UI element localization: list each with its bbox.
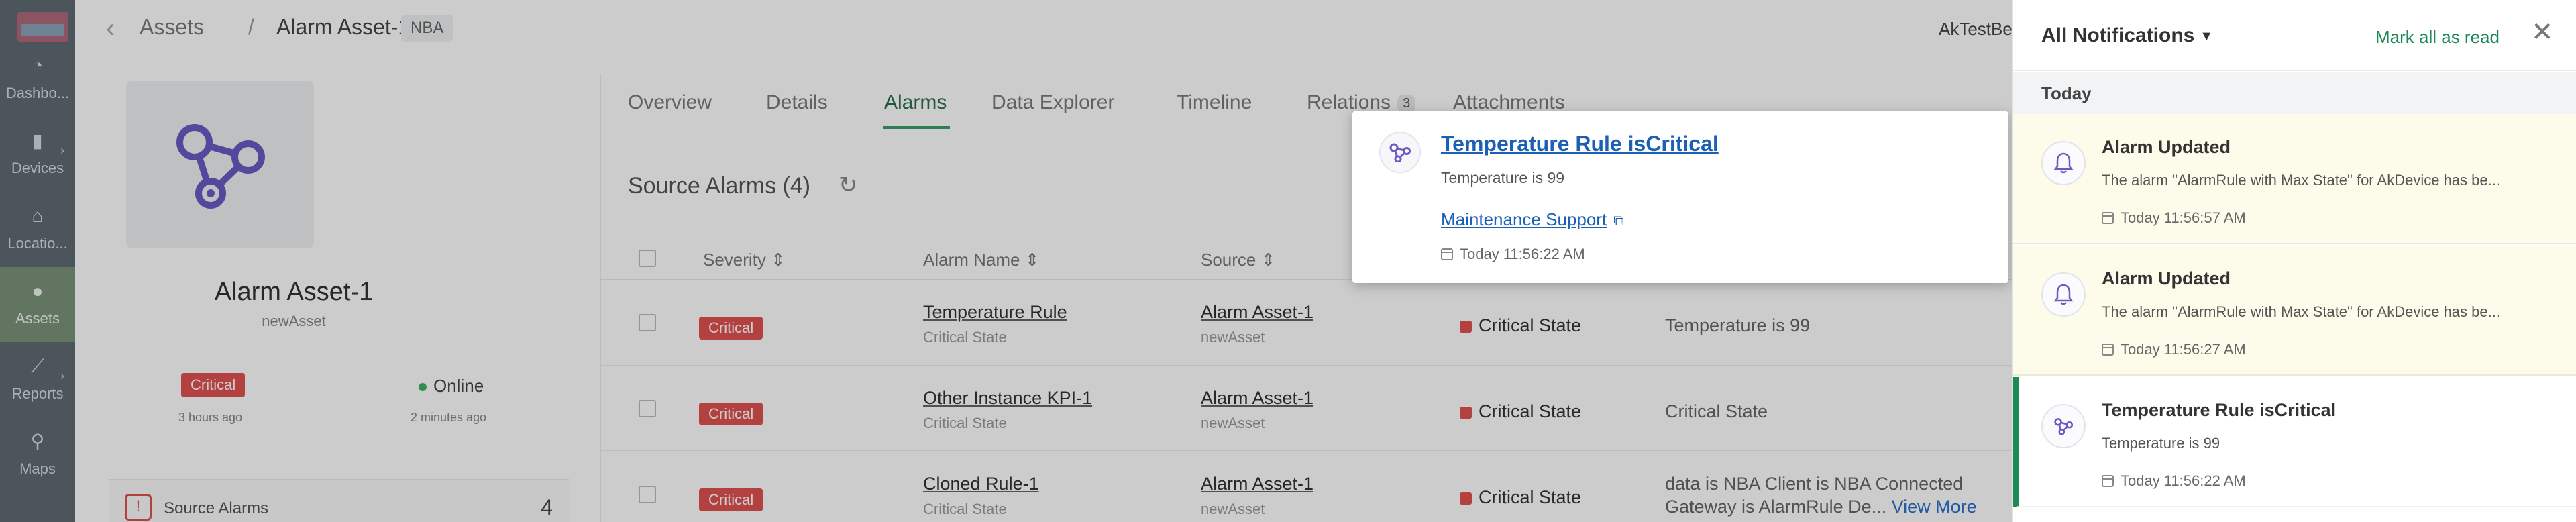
notification-time-label: Today 11:56:22 AM — [2121, 472, 2246, 489]
notification-item[interactable]: Alarm Updated The alarm "AlarmRule with … — [2013, 246, 2576, 376]
notifications-title: All Notifications — [2041, 24, 2195, 46]
calendar-icon — [1441, 248, 1453, 260]
group-label: Today — [2041, 83, 2092, 103]
notification-popup[interactable]: Temperature Rule isCritical Temperature … — [1352, 111, 2008, 283]
notifications-filter-dropdown[interactable]: All Notifications ▼ — [2041, 24, 2213, 47]
notification-body: Temperature is 99 — [2102, 435, 2220, 452]
external-link-icon: ⧉ — [1613, 212, 1624, 229]
notification-time: Today 11:56:22 AM — [2102, 472, 2246, 490]
calendar-icon — [2102, 475, 2114, 487]
notification-body: The alarm "AlarmRule with Max State" for… — [2102, 172, 2500, 189]
notification-item-selected[interactable]: Temperature Rule isCritical Temperature … — [2013, 377, 2576, 507]
notifications-panel: All Notifications ▼ Mark all as read ✕ To… — [2012, 0, 2576, 522]
popup-message: Temperature is 99 — [1441, 169, 1565, 187]
notification-title: Alarm Updated — [2102, 137, 2231, 157]
notification-title: Alarm Updated — [2102, 268, 2231, 289]
notification-item[interactable]: Alarm Updated The alarm "AlarmRule with … — [2013, 114, 2576, 244]
notification-title: Temperature Rule isCritical — [2102, 400, 2337, 420]
caret-down-icon: ▼ — [2200, 28, 2214, 44]
close-icon[interactable]: ✕ — [2531, 19, 2554, 46]
maintenance-support-label: Maintenance Support — [1441, 209, 1607, 229]
notification-time: Today 11:56:57 AM — [2102, 209, 2246, 227]
popup-time-label: Today 11:56:22 AM — [1460, 246, 1585, 262]
notification-time: Today 11:56:27 AM — [2102, 341, 2246, 358]
calendar-icon — [2102, 344, 2114, 356]
calendar-icon — [2102, 212, 2114, 224]
alarm-rule-icon — [1379, 132, 1421, 173]
group-header: Today — [2013, 72, 2576, 114]
notification-time-label: Today 11:56:27 AM — [2121, 341, 2246, 358]
bell-icon — [2041, 141, 2086, 185]
bell-icon — [2041, 272, 2086, 317]
notification-body: The alarm "AlarmRule with Max State" for… — [2102, 303, 2500, 320]
popup-title-link[interactable]: Temperature Rule isCritical — [1441, 132, 1719, 156]
mark-all-read-button[interactable]: Mark all as read — [2375, 27, 2500, 48]
alarm-rule-icon — [2041, 404, 2086, 448]
maintenance-support-link[interactable]: Maintenance Support ⧉ — [1441, 209, 1624, 230]
notification-time-label: Today 11:56:57 AM — [2121, 209, 2246, 226]
popup-timestamp: Today 11:56:22 AM — [1441, 246, 1585, 263]
notifications-header: All Notifications ▼ Mark all as read ✕ — [2013, 0, 2576, 71]
